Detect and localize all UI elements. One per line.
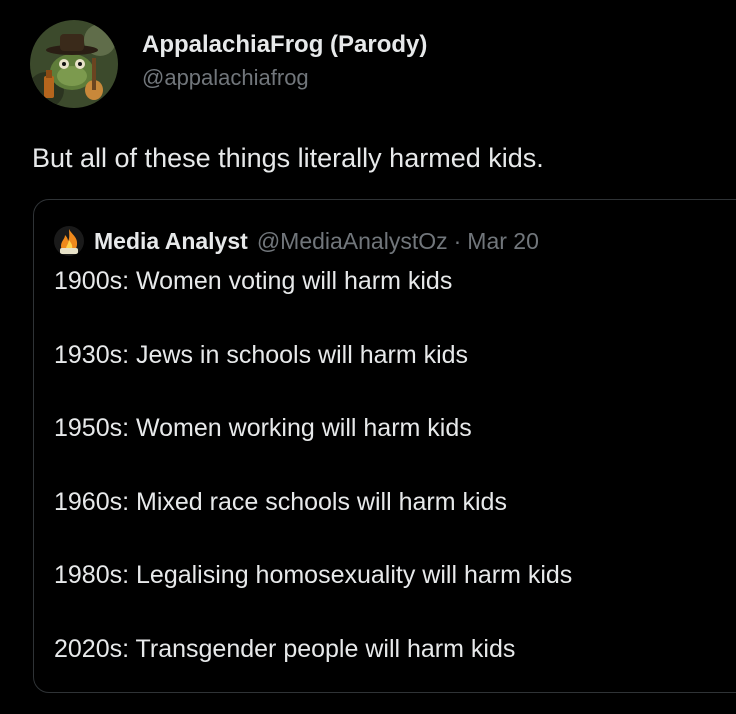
- quoted-author-handle[interactable]: @MediaAnalystOz: [257, 228, 448, 255]
- quoted-tweet-line: 1930s: Jews in schools will harm kids: [54, 340, 469, 369]
- frog-avatar-icon: [30, 20, 118, 108]
- quoted-tweet-line: 1960s: Mixed race schools will harm kids: [54, 487, 507, 516]
- quoted-tweet[interactable]: Media Analyst @MediaAnalystOz · Mar 20 1…: [33, 199, 736, 693]
- quoted-tweet-text: 1900s: Women voting will harm kids 1930s…: [54, 264, 572, 705]
- quoted-tweet-line: 1900s: Women voting will harm kids: [54, 267, 453, 295]
- separator-dot: ·: [453, 227, 462, 254]
- quoted-author-display-name[interactable]: Media Analyst: [94, 228, 248, 255]
- flame-icon: [54, 226, 84, 256]
- tweet: AppalachiaFrog (Parody) @appalachiafrog …: [0, 0, 736, 714]
- quoted-tweet-line: 2020s: Transgender people will harm kids: [54, 634, 516, 663]
- tweet-text: But all of these things literally harmed…: [32, 143, 544, 173]
- author-avatar[interactable]: [30, 20, 118, 108]
- quoted-tweet-date[interactable]: Mar 20: [467, 228, 539, 255]
- quoted-tweet-header: Media Analyst @MediaAnalystOz · Mar 20: [54, 226, 539, 256]
- quoted-tweet-line: 1950s: Women working will harm kids: [54, 414, 472, 442]
- quoted-author-avatar[interactable]: [54, 226, 84, 256]
- author-info: AppalachiaFrog (Parody) @appalachiafrog: [142, 30, 427, 92]
- author-display-name[interactable]: AppalachiaFrog (Parody): [142, 30, 427, 60]
- quoted-tweet-line: 1980s: Legalising homosexuality will har…: [54, 561, 573, 589]
- author-handle[interactable]: @appalachiafrog: [142, 64, 427, 92]
